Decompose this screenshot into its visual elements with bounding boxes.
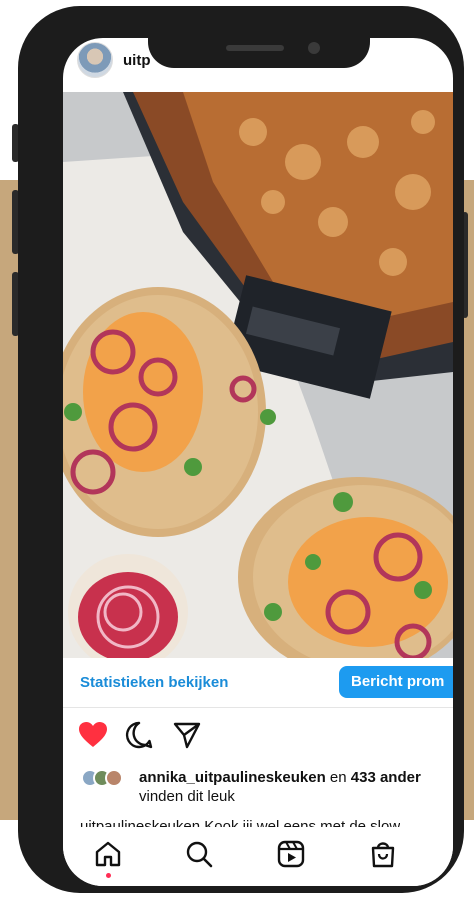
active-tab-indicator xyxy=(106,873,111,878)
profile-avatar[interactable] xyxy=(77,42,113,78)
likes-summary[interactable]: annika_uitpaulineskeuken en 433 ander vi… xyxy=(63,766,453,810)
likes-others-count[interactable]: 433 ander xyxy=(351,769,421,786)
front-camera xyxy=(308,42,320,54)
post-actions xyxy=(63,718,453,758)
food-photo-illustration xyxy=(63,92,453,658)
phone-notch xyxy=(148,12,370,68)
liker-avatar-3 xyxy=(105,769,123,787)
post-username[interactable]: uitp xyxy=(123,52,151,69)
likes-connector: en xyxy=(325,769,351,786)
phone-frame: uitp Statistieken bekijken Bericht prom … xyxy=(18,6,464,893)
promote-post-button[interactable]: Bericht prom xyxy=(339,666,453,698)
view-insights-link[interactable]: Statistieken bekijken xyxy=(80,674,228,691)
liker-username[interactable]: annika_uitpaulineskeuken xyxy=(139,769,326,786)
home-icon[interactable] xyxy=(94,840,122,868)
heart-icon[interactable] xyxy=(78,721,108,749)
send-icon[interactable] xyxy=(173,721,201,749)
post-photo[interactable] xyxy=(63,92,453,658)
likes-suffix: vinden dit leuk xyxy=(139,788,235,805)
promo-bar: Statistieken bekijken Bericht prom xyxy=(63,658,453,708)
reels-icon[interactable] xyxy=(277,840,305,868)
speaker-grille xyxy=(226,45,284,51)
phone-screen: uitp Statistieken bekijken Bericht prom … xyxy=(63,38,453,886)
post-caption: uitpaulineskeuken Kook jij wel eens met … xyxy=(80,818,401,827)
bottom-navigation xyxy=(63,828,453,886)
shop-icon[interactable] xyxy=(369,840,397,868)
comment-icon[interactable] xyxy=(125,721,153,749)
likes-text: annika_uitpaulineskeuken en 433 ander xyxy=(139,769,421,786)
search-icon[interactable] xyxy=(185,840,213,868)
